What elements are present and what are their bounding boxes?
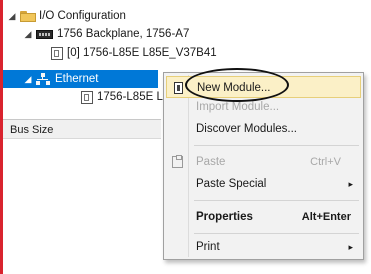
menu-item-label: Import Module...	[196, 101, 280, 113]
bus-size-label: Bus Size	[10, 124, 54, 136]
context-menu: New Module... Import Module... Discover …	[163, 72, 364, 260]
network-icon	[36, 73, 50, 86]
menu-item-paste[interactable]: Paste Ctrl+V	[166, 151, 361, 173]
paste-icon	[172, 155, 183, 168]
menu-item-label: New Module...	[197, 82, 271, 94]
expand-arrow-icon[interactable]: ◢	[7, 7, 17, 25]
expand-arrow-icon[interactable]: ◢	[23, 25, 33, 43]
tree-label: I/O Configuration	[39, 10, 126, 22]
menu-item-properties[interactable]: Properties Alt+Enter	[166, 206, 361, 228]
folder-icon	[20, 11, 36, 22]
tree-label: [0] 1756-L85E L85E_V37B41	[67, 47, 217, 59]
menu-separator	[194, 200, 359, 201]
expand-arrow-icon[interactable]: ◢	[23, 70, 33, 88]
menu-separator	[194, 145, 359, 146]
tree-label: 1756 Backplane, 1756-A7	[57, 28, 190, 40]
menu-item-label: Paste	[196, 156, 226, 168]
menu-item-shortcut: Ctrl+V	[310, 156, 341, 168]
module-icon	[81, 91, 93, 104]
module-icon	[51, 47, 63, 60]
new-module-icon	[174, 82, 183, 94]
menu-item-discover-modules[interactable]: Discover Modules...	[166, 118, 361, 140]
submenu-arrow-icon: ▸	[348, 179, 353, 189]
menu-item-paste-special[interactable]: Paste Special ▸	[166, 173, 361, 195]
submenu-arrow-icon: ▸	[348, 242, 353, 252]
menu-item-print[interactable]: Print ▸	[166, 236, 361, 258]
tree-label: 1756-L85E L	[97, 91, 163, 103]
menu-item-label: Paste Special	[196, 178, 267, 190]
backplane-icon	[36, 30, 53, 39]
menu-item-label: Print	[196, 241, 220, 253]
menu-item-new-module[interactable]: New Module...	[166, 76, 361, 98]
menu-item-import-module[interactable]: Import Module...	[166, 98, 361, 116]
menu-item-shortcut: Alt+Enter	[301, 211, 351, 223]
menu-item-label: Properties	[196, 211, 253, 223]
menu-item-label: Discover Modules...	[196, 123, 297, 135]
properties-grid	[3, 139, 161, 274]
menu-separator	[194, 233, 359, 234]
tree-label: Ethernet	[55, 73, 99, 85]
